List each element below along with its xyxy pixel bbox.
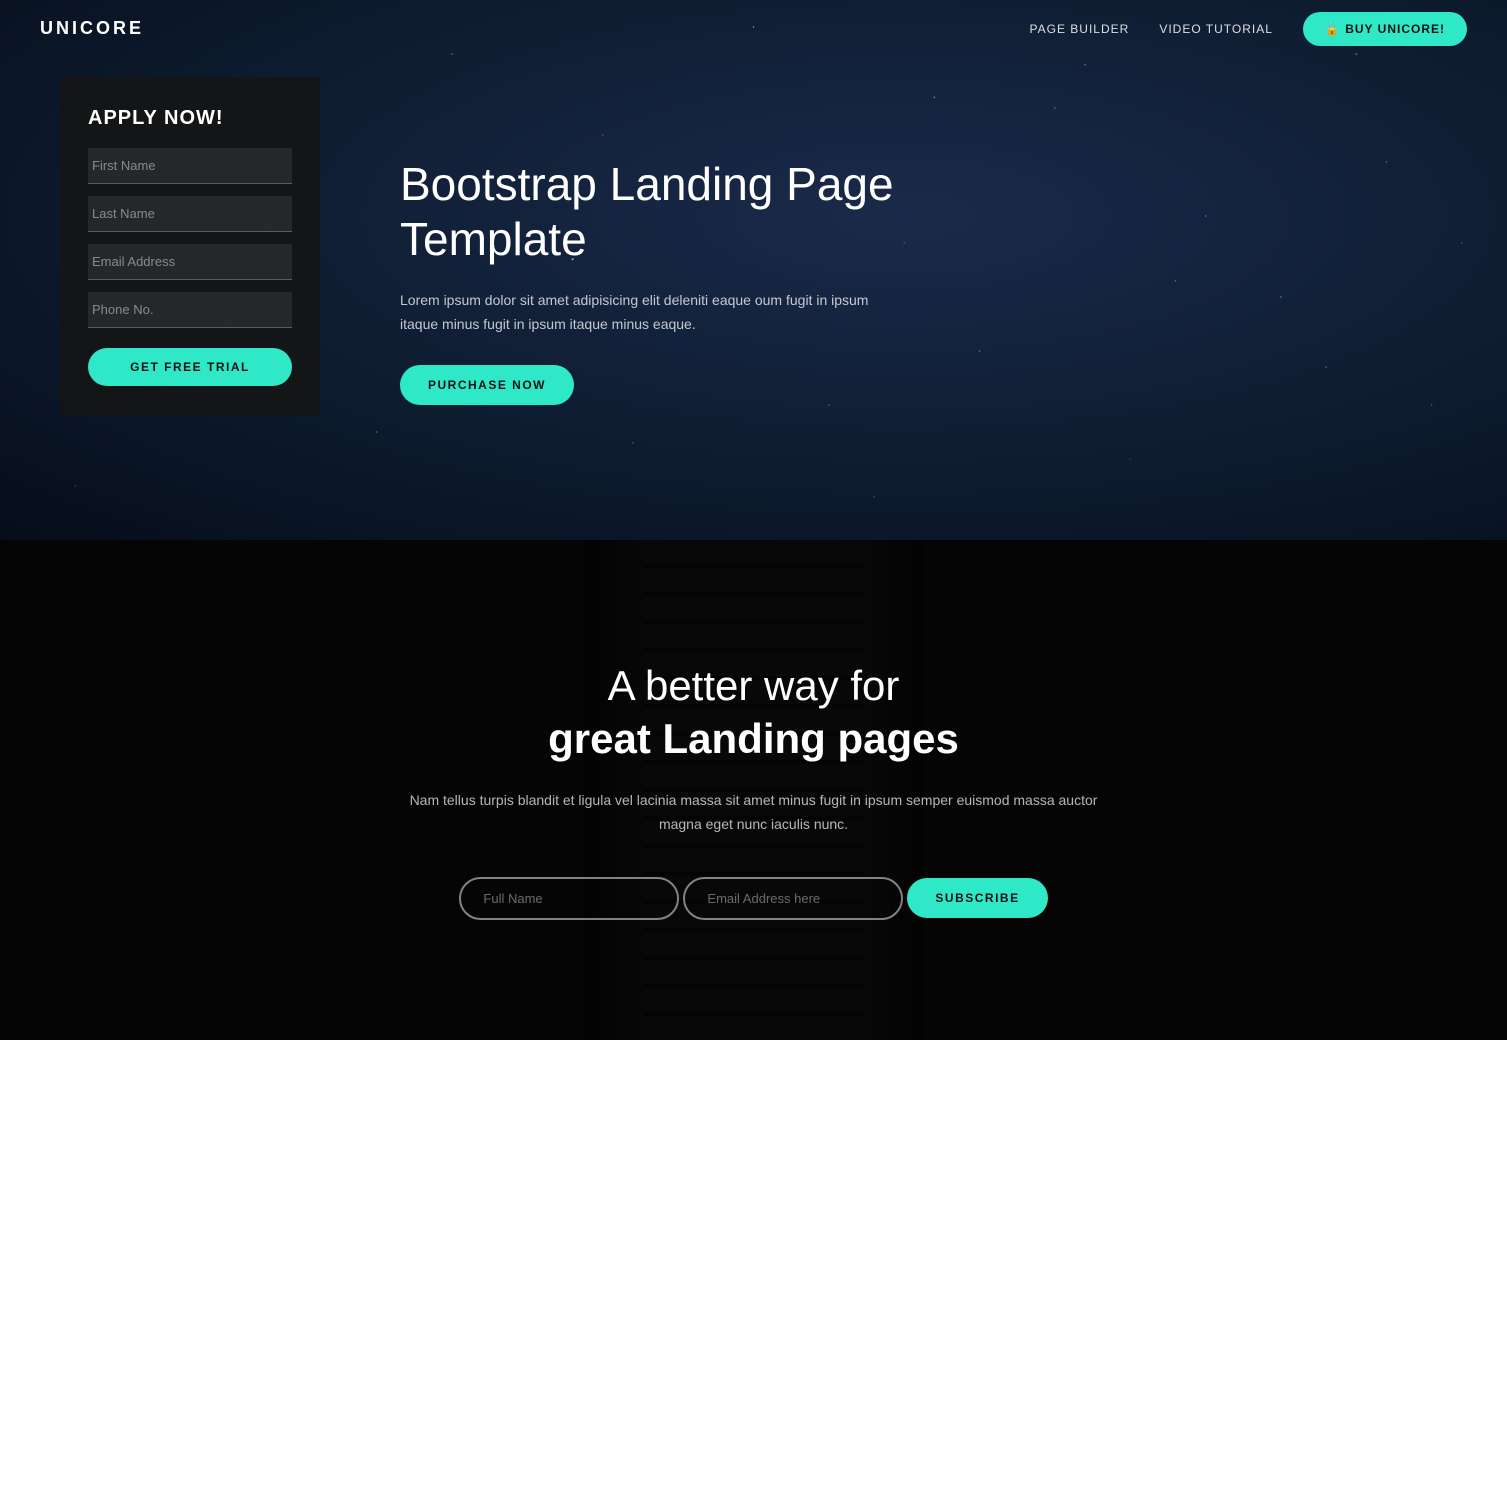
hero-content: APPLY NOW! GET FREE TRIAL Bootstrap Land… — [0, 57, 1507, 416]
subscribe-button[interactable]: SUBSCRIBE — [907, 878, 1047, 918]
nav-logo: UNICORE — [40, 18, 144, 39]
nav-item-video-tutorial[interactable]: VIDEO TUTORIAL — [1159, 20, 1273, 38]
nav-link-page-builder[interactable]: PAGE BUILDER — [1030, 22, 1130, 36]
email-input[interactable] — [88, 244, 292, 280]
purchase-now-button[interactable]: PURCHASE NOW — [400, 365, 574, 405]
hero-text: Bootstrap Landing Page Template Lorem ip… — [400, 77, 900, 405]
section2-description: Nam tellus turpis blandit et ligula vel … — [404, 789, 1104, 837]
nav-cta-button[interactable]: 🔒 BUY UNICORE! — [1303, 12, 1467, 46]
free-trial-button[interactable]: GET FREE TRIAL — [88, 348, 292, 386]
section2-heading: A better way for great Landing pages — [404, 660, 1104, 765]
navbar: UNICORE PAGE BUILDER VIDEO TUTORIAL 🔒 BU… — [0, 0, 1507, 57]
nav-item-buy[interactable]: 🔒 BUY UNICORE! — [1303, 20, 1467, 38]
email-address-input[interactable] — [683, 877, 903, 920]
nav-link-video-tutorial[interactable]: VIDEO TUTORIAL — [1159, 22, 1273, 36]
subscribe-form: SUBSCRIBE — [404, 877, 1104, 920]
last-name-input[interactable] — [88, 196, 292, 232]
hero-section: UNICORE PAGE BUILDER VIDEO TUTORIAL 🔒 BU… — [0, 0, 1507, 540]
phone-input[interactable] — [88, 292, 292, 328]
landing-section: A better way for great Landing pages Nam… — [0, 540, 1507, 1040]
hero-heading: Bootstrap Landing Page Template — [400, 157, 900, 267]
lock-icon: 🔒 — [1325, 22, 1345, 36]
hero-description: Lorem ipsum dolor sit amet adipisicing e… — [400, 289, 900, 337]
nav-links: PAGE BUILDER VIDEO TUTORIAL 🔒 BUY UNICOR… — [1030, 20, 1467, 38]
section2-content: A better way for great Landing pages Nam… — [404, 660, 1104, 920]
first-name-input[interactable] — [88, 148, 292, 184]
apply-form-card: APPLY NOW! GET FREE TRIAL — [60, 77, 320, 416]
full-name-input[interactable] — [459, 877, 679, 920]
nav-item-page-builder[interactable]: PAGE BUILDER — [1030, 20, 1130, 38]
form-title: APPLY NOW! — [88, 107, 292, 130]
